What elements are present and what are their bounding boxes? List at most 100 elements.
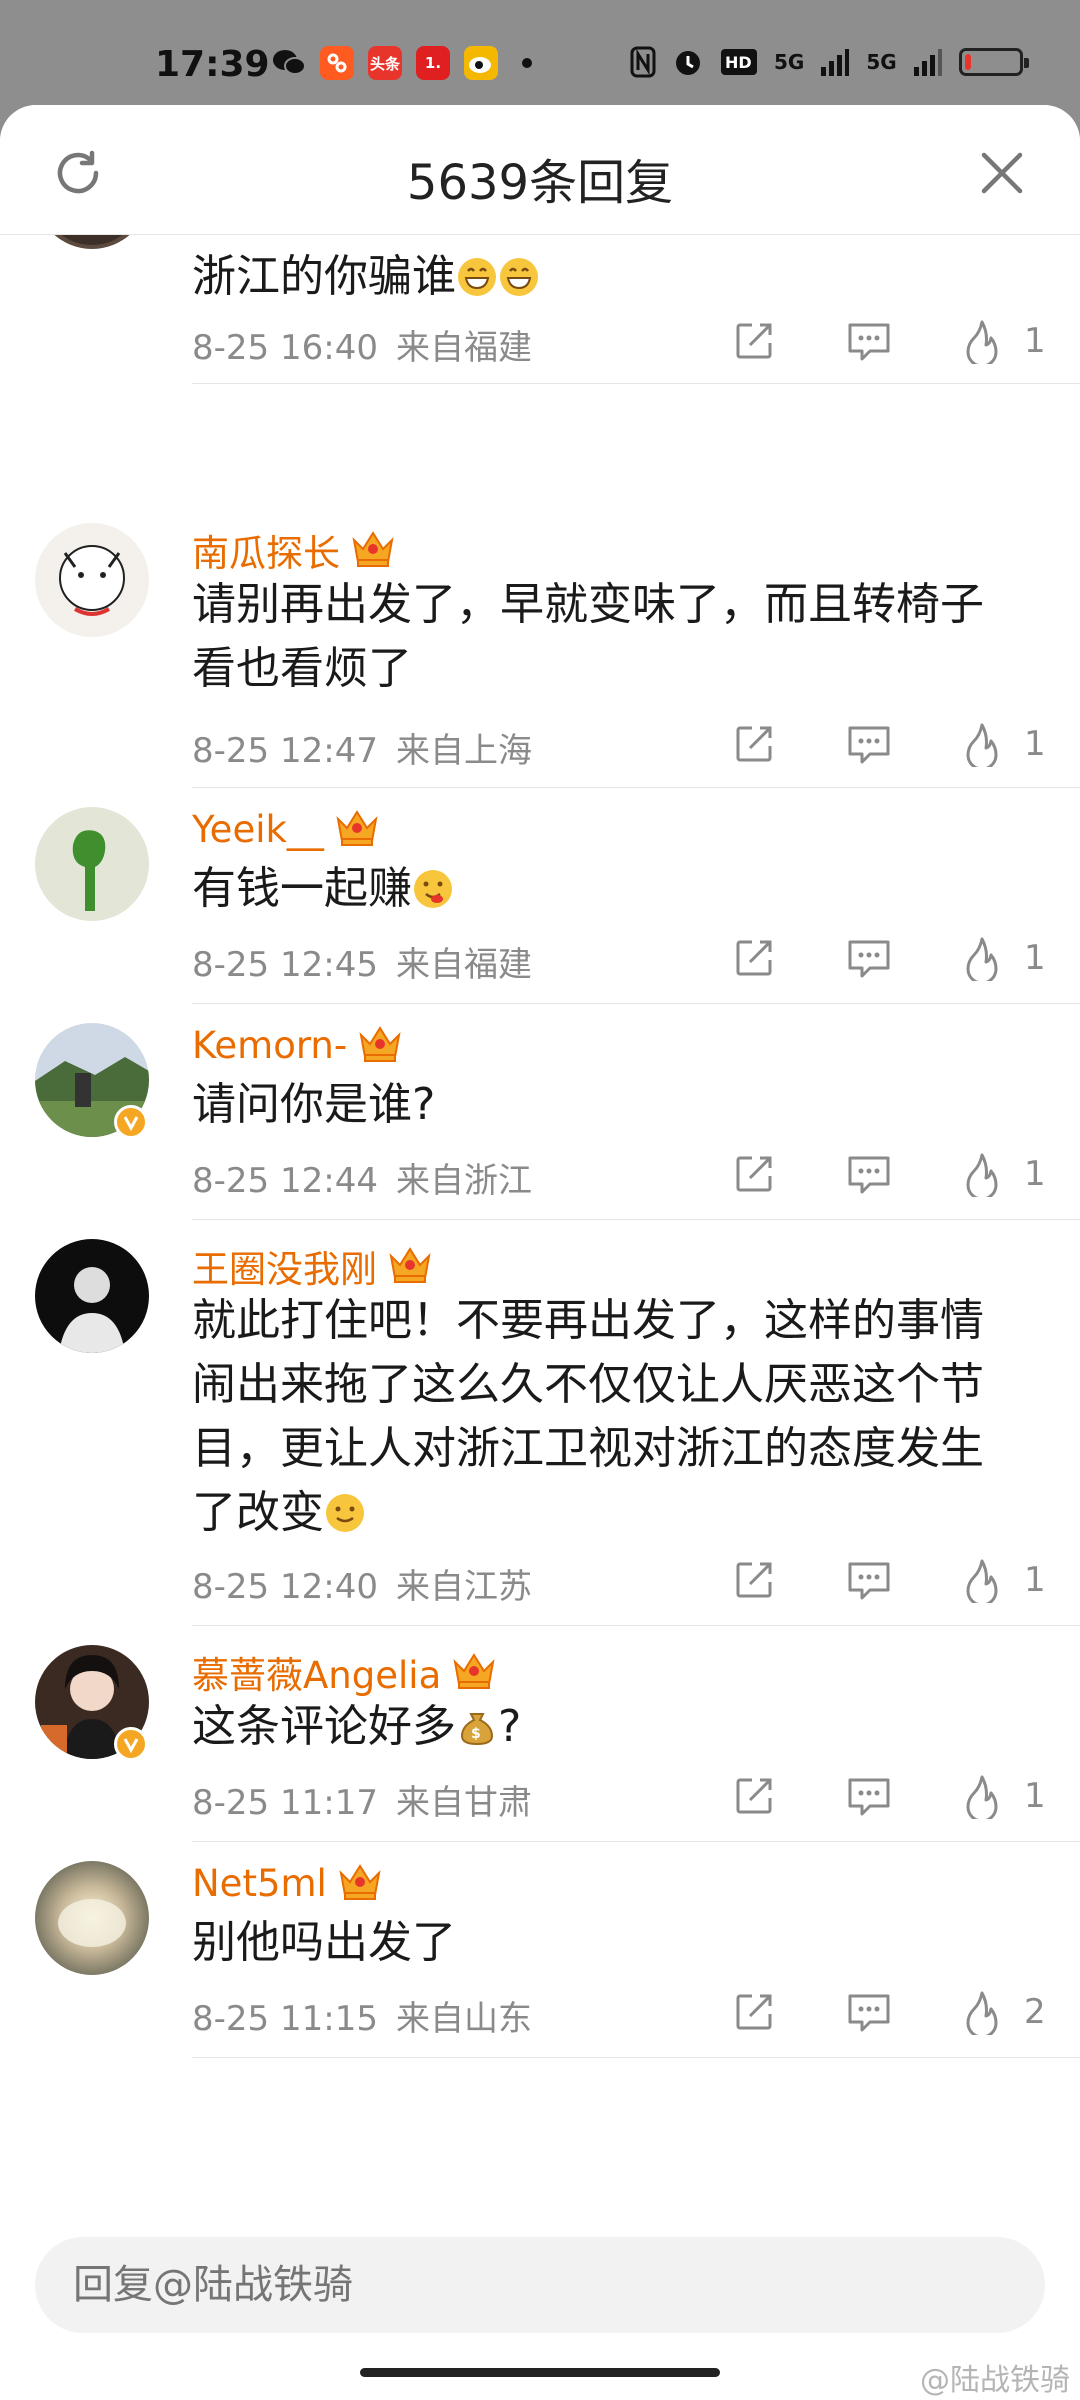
avatar[interactable]	[35, 523, 149, 637]
like-button[interactable]	[958, 1556, 1006, 1604]
comment-button[interactable]	[845, 317, 893, 365]
comment-text[interactable]: 请问你是谁?	[192, 1073, 1022, 1137]
reply-input[interactable]	[73, 2237, 973, 2333]
share-button[interactable]	[730, 1772, 778, 1820]
emoji-icon	[412, 863, 454, 914]
comment-item[interactable]: Net5ml 别他吗出发了 8-25 11:15 来自山东 2	[0, 1841, 1080, 2058]
comment-item[interactable]: Yeeik__ 有钱一起赚 8-25 12:45 来自福建 1	[0, 787, 1080, 1004]
wechat-icon	[272, 46, 306, 80]
sheet-header: 5639条回复	[0, 105, 1080, 235]
author-name[interactable]: 慕蔷薇Angelia	[192, 1645, 441, 1699]
comment-list[interactable]: 浙江的你骗谁 8-25 16:40 来自福建 1 南瓜探长 请别再出发了，早就变味了，而且…	[0, 235, 1080, 2245]
close-button[interactable]	[974, 145, 1030, 201]
share-icon	[736, 323, 772, 359]
like-button[interactable]	[958, 317, 1006, 365]
comment-author[interactable]: 南瓜探长	[192, 523, 396, 577]
comment-meta: 8-25 11:15 来自山东	[192, 1991, 532, 2040]
share-button[interactable]	[730, 934, 778, 982]
verified-badge-icon	[114, 1105, 148, 1139]
divider	[192, 383, 1080, 384]
like-button[interactable]	[958, 1988, 1006, 2036]
comment-button[interactable]	[845, 934, 893, 982]
share-button[interactable]	[730, 1988, 778, 2036]
comment-text[interactable]: 浙江的你骗谁	[192, 245, 1022, 309]
comment-text[interactable]: 别他吗出发了	[192, 1911, 1022, 1975]
avatar[interactable]	[35, 1861, 149, 1975]
toutiao-icon: 头条	[368, 46, 402, 80]
comment-text[interactable]: 请别再出发了，早就变味了，而且转椅子看也看烦了	[192, 573, 1022, 701]
divider	[192, 2057, 1080, 2058]
like-button[interactable]	[958, 1772, 1006, 1820]
like-button[interactable]	[958, 1150, 1006, 1198]
avatar[interactable]	[35, 807, 149, 921]
reply-bar[interactable]	[35, 2237, 1045, 2333]
comment-text[interactable]: 就此打住吧！不要再出发了，这样的事情闹出来拖了这么久不仅仅让人厌恶这个节目，更让…	[192, 1289, 1022, 1545]
comment-item[interactable]: 慕蔷薇Angelia 这条评论好多 $? 8-25 11:17 来自甘肃 1	[0, 1625, 1080, 1842]
comment-button[interactable]	[845, 1556, 893, 1604]
comment-meta: 8-25 12:40 来自江苏	[192, 1559, 532, 1608]
comment-location: 来自福建	[395, 945, 532, 985]
comment-text[interactable]: 这条评论好多 $?	[192, 1695, 1022, 1759]
share-button[interactable]	[730, 1150, 778, 1198]
author-name[interactable]: Kemorn-	[192, 1024, 347, 1067]
comment-item[interactable]: Kemorn- 请问你是谁? 8-25 12:44 来自浙江 1	[0, 1003, 1080, 1220]
home-indicator[interactable]	[360, 2368, 720, 2377]
watermark: @陆战铁骑	[920, 2363, 1070, 2398]
vip-crown-icon	[387, 1244, 433, 1288]
share-icon	[736, 726, 772, 762]
comment-button[interactable]	[845, 1150, 893, 1198]
comment-button[interactable]	[845, 1988, 893, 2036]
comment-button[interactable]	[845, 1772, 893, 1820]
network-label-1: 5G	[774, 50, 805, 74]
author-name[interactable]: Yeeik__	[192, 808, 324, 851]
share-button[interactable]	[730, 317, 778, 365]
comment-author[interactable]: 王圈没我刚	[192, 1239, 433, 1293]
author-name[interactable]: 王圈没我刚	[192, 1239, 377, 1293]
like-count: 1	[1024, 938, 1046, 978]
share-icon	[736, 1562, 772, 1598]
comment-item[interactable]: 南瓜探长 请别再出发了，早就变味了，而且转椅子看也看烦了 8-25 12:47 来自上…	[0, 503, 1080, 788]
close-icon	[981, 152, 1023, 194]
like-icon	[966, 937, 998, 981]
share-icon	[736, 1778, 772, 1814]
more-notifications-dot	[522, 58, 532, 68]
comment-button[interactable]	[845, 720, 893, 768]
replies-sheet: 5639条回复 浙江的你骗谁 8-25 16:40 来自福建 1 南瓜探长 请别再出发了，…	[0, 105, 1080, 2400]
comment-date: 8-25 12:44	[192, 1161, 378, 1201]
comment-date: 8-25 12:45	[192, 945, 378, 985]
avatar[interactable]	[35, 1239, 149, 1353]
comment-author[interactable]: 慕蔷薇Angelia	[192, 1645, 497, 1699]
like-button[interactable]	[958, 720, 1006, 768]
svg-text:HD: HD	[725, 53, 752, 72]
comment-date: 8-25 16:40	[192, 328, 378, 368]
like-button[interactable]	[958, 934, 1006, 982]
comment-author[interactable]: Net5ml	[192, 1861, 383, 1905]
comment-item[interactable]: 王圈没我刚 就此打住吧！不要再出发了，这样的事情闹出来拖了这么久不仅仅让人厌恶这个…	[0, 1219, 1080, 1626]
vip-crown-icon	[357, 1023, 403, 1067]
comment-date: 8-25 11:15	[192, 1999, 378, 2039]
comment-author[interactable]: Yeeik__	[192, 807, 380, 851]
author-name[interactable]: Net5ml	[192, 1862, 327, 1905]
comment-meta: 8-25 12:44 来自浙江	[192, 1153, 532, 1202]
share-icon	[736, 1994, 772, 2030]
share-button[interactable]	[730, 720, 778, 768]
comment-location: 来自浙江	[395, 1161, 532, 1201]
comment-meta: 8-25 16:40 来自福建	[192, 320, 532, 369]
vip-crown-icon	[337, 1861, 383, 1905]
comment-location: 来自上海	[395, 731, 532, 771]
comment-location: 来自甘肃	[395, 1783, 532, 1823]
comment-icon	[848, 940, 890, 978]
like-count: 2	[1024, 1992, 1046, 2032]
author-name[interactable]: 南瓜探长	[192, 523, 340, 577]
share-button[interactable]	[730, 1556, 778, 1604]
comment-item[interactable]: 浙江的你骗谁 8-25 16:40 来自福建 1	[0, 235, 1080, 384]
comment-text[interactable]: 有钱一起赚	[192, 857, 1022, 921]
taobao-icon	[320, 46, 354, 80]
page-title: 5639条回复	[406, 155, 674, 211]
like-count: 1	[1024, 1776, 1046, 1816]
avatar[interactable]	[35, 235, 149, 249]
like-icon	[966, 1559, 998, 1603]
like-icon	[966, 1991, 998, 2035]
comment-icon	[848, 726, 890, 764]
comment-author[interactable]: Kemorn-	[192, 1023, 403, 1067]
